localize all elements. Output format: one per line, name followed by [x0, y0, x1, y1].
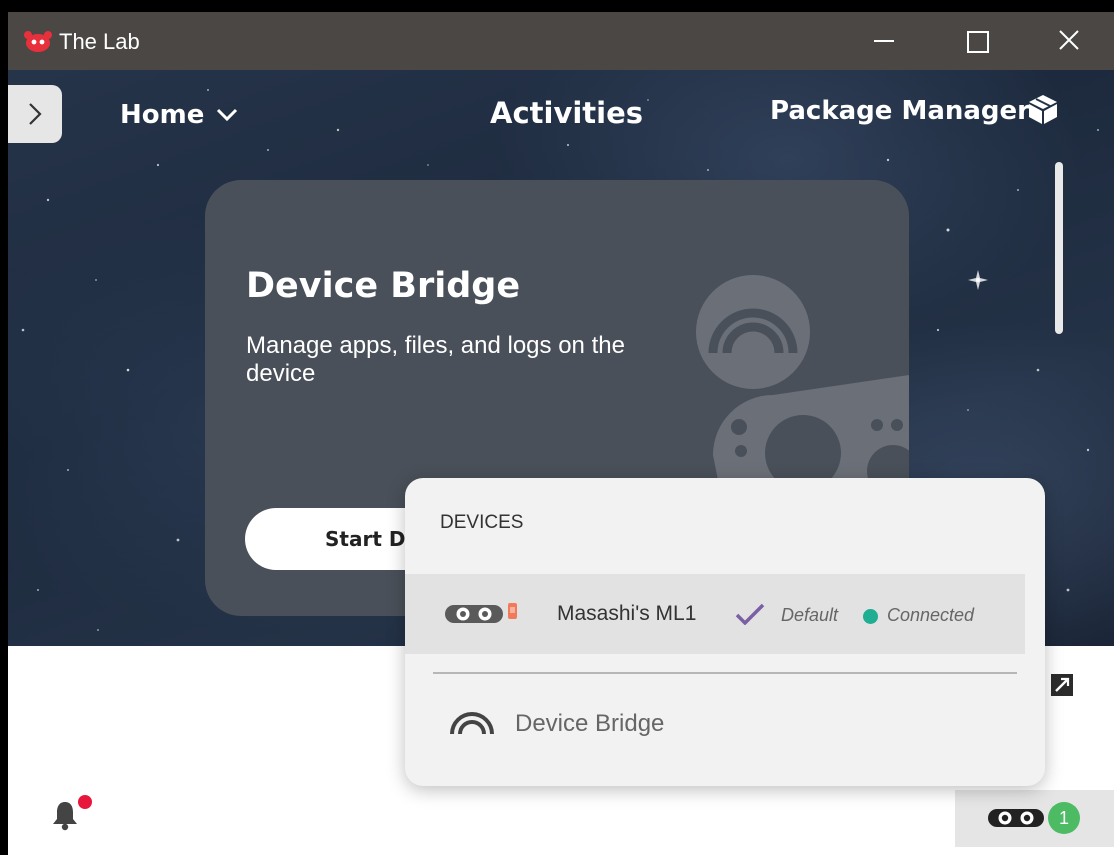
chevron-right-icon	[29, 103, 42, 125]
app-window: The Lab Home Activities Package Manager …	[8, 12, 1114, 855]
check-icon	[735, 603, 765, 625]
nav-home[interactable]: Home	[120, 100, 238, 130]
package-icon[interactable]	[1026, 92, 1060, 126]
chevron-down-icon	[217, 108, 238, 122]
maximize-icon[interactable]	[930, 12, 1022, 70]
popup-title: DEVICES	[440, 512, 524, 533]
window-title: The Lab	[59, 29, 140, 54]
nav-activities[interactable]: Activities	[490, 96, 643, 130]
status-dot	[863, 609, 878, 624]
popup-divider	[433, 672, 1017, 674]
scrollbar-thumb[interactable]	[1055, 162, 1063, 334]
status-label: Connected	[887, 605, 975, 625]
card-description: Manage apps, files, and logs on the devi…	[246, 332, 625, 387]
bell-icon[interactable]	[51, 799, 79, 831]
device-bridge-link[interactable]: Device Bridge	[515, 710, 664, 738]
title-bar: The Lab	[8, 12, 1114, 70]
device-list-item[interactable]: Masashi's ML1 Default Connected	[405, 574, 1025, 654]
close-icon[interactable]	[1022, 12, 1114, 70]
device-count-badge: 1	[1048, 802, 1080, 834]
expand-icon[interactable]	[1051, 674, 1073, 696]
default-label: Default	[781, 605, 839, 625]
devices-popup: DEVICES Masashi's ML1 Default Connected …	[405, 478, 1045, 786]
device-name: Masashi's ML1	[557, 602, 697, 625]
app-logo-icon	[24, 31, 52, 52]
minimize-icon[interactable]	[838, 12, 930, 70]
card-title: Device Bridge	[246, 266, 521, 306]
goggles-icon	[988, 809, 1044, 827]
status-bar: 1	[8, 786, 1114, 855]
devices-button[interactable]: 1	[955, 790, 1114, 847]
nav-package-manager[interactable]: Package Manager	[770, 96, 1030, 126]
nav-home-label: Home	[120, 100, 205, 130]
notification-badge	[78, 795, 92, 809]
device-bridge-icon	[450, 712, 494, 735]
sidebar-toggle-button[interactable]	[8, 85, 62, 143]
goggles-icon	[445, 603, 517, 623]
